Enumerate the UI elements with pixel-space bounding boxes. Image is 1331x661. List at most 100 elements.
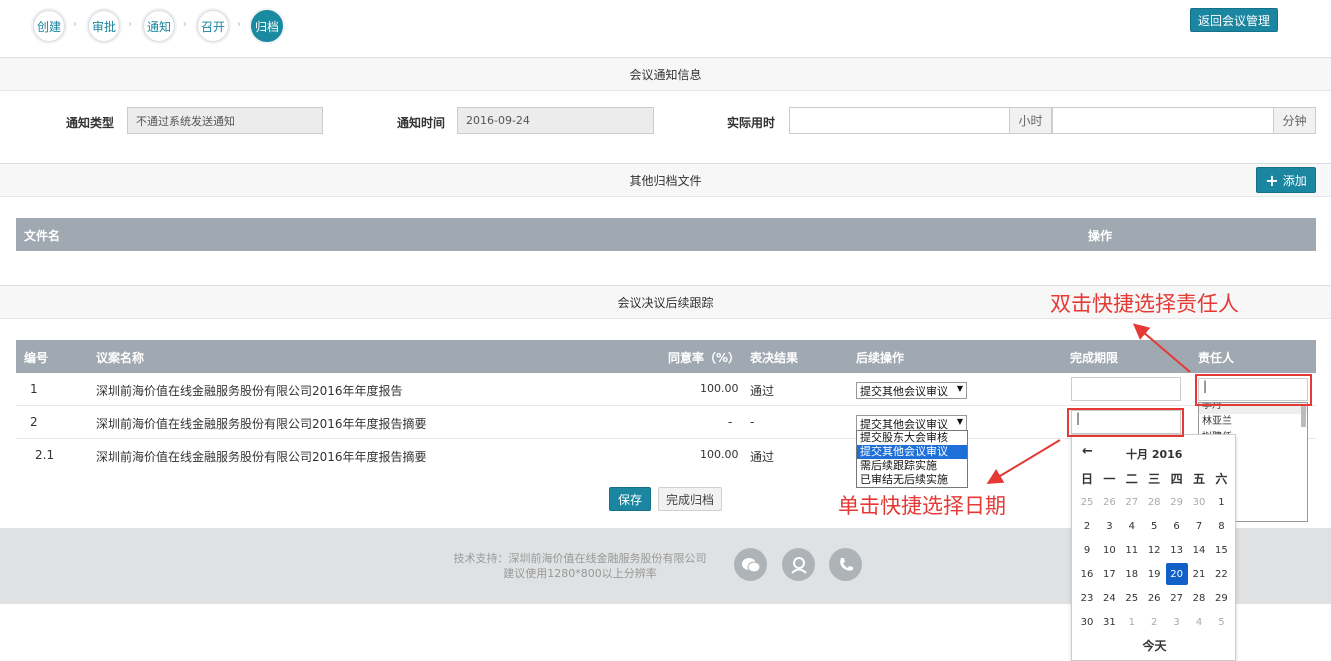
step-archive[interactable]: 归档 [251, 10, 283, 42]
calendar-day[interactable]: 11 [1121, 539, 1143, 561]
calendar-day[interactable]: 12 [1143, 539, 1165, 561]
date-picker: ← 十月 2016 日一二三四五六 25 26 27 28 29 30 1 2 3 4 5 6 7 8 9 10… [1071, 434, 1236, 661]
calendar-day[interactable]: 1 [1121, 611, 1143, 633]
footer-text: 技术支持：深圳前海价值在线金融服务股份有限公司 建议使用1280*800以上分辨… [450, 551, 710, 581]
calendar-day[interactable]: 29 [1210, 587, 1232, 609]
footer-support: 技术支持：深圳前海价值在线金融服务股份有限公司 [453, 552, 707, 565]
col-no: 编号 [24, 351, 49, 365]
customer-service-icon[interactable] [782, 548, 815, 581]
calendar-day[interactable]: 28 [1143, 491, 1165, 513]
dropdown-arrow-icon: ▼ [956, 417, 963, 426]
row-rate: 100.00 [700, 382, 739, 395]
calendar-day[interactable]: 31 [1098, 611, 1120, 633]
deadline-input-row1[interactable] [1071, 377, 1181, 401]
row-name: 深圳前海价值在线金融服务股份有限公司2016年年度报告 [96, 384, 403, 398]
dropdown-option[interactable]: 提交股东大会审核 [857, 431, 967, 445]
calendar-day[interactable]: 20 [1165, 563, 1188, 585]
prev-month-arrow-icon[interactable]: ← [1082, 444, 1093, 459]
step-notify[interactable]: 通知 [143, 10, 175, 42]
weekday-label: 二 [1125, 471, 1138, 486]
calendar-day[interactable]: 28 [1188, 587, 1210, 609]
minutes-input[interactable] [1052, 107, 1274, 134]
hours-unit: 小时 [1009, 107, 1052, 134]
calendar-day[interactable]: 29 [1166, 491, 1188, 513]
calendar-day[interactable]: 10 [1098, 539, 1120, 561]
calendar-day[interactable]: 2 [1143, 611, 1165, 633]
step-approve[interactable]: 审批 [88, 10, 120, 42]
owner-option[interactable]: 林亚兰 [1199, 414, 1307, 430]
calendar-day[interactable]: 27 [1166, 587, 1188, 609]
add-file-label: 添加 [1282, 173, 1307, 188]
calendar-day[interactable]: 8 [1210, 515, 1232, 537]
calendar-day[interactable]: 23 [1076, 587, 1098, 609]
col-filename: 文件名 [24, 229, 61, 243]
calendar-day[interactable]: 3 [1166, 611, 1188, 633]
notice-type-field: 不通过系统发送通知 [127, 107, 323, 134]
calendar-day[interactable]: 9 [1076, 539, 1098, 561]
calendar-day[interactable]: 22 [1210, 563, 1232, 585]
col-action: 操作 [1088, 229, 1113, 243]
calendar-day[interactable]: 21 [1188, 563, 1210, 585]
calendar-day[interactable]: 18 [1121, 563, 1143, 585]
resolution-table-header: 编号 议案名称 同意率（%） 表决结果 后续操作 完成期限 责任人 [16, 340, 1316, 373]
actual-duration-label: 实际用时 [727, 116, 776, 130]
month-label: 十月 [1126, 448, 1148, 461]
step-hold[interactable]: 召开 [197, 10, 229, 42]
wechat-icon[interactable] [734, 548, 767, 581]
save-button[interactable]: 保存 [609, 487, 651, 511]
calendar-day[interactable]: 16 [1076, 563, 1098, 585]
followup-select-row1[interactable]: 提交其他会议审议 ▼ [856, 382, 967, 399]
calendar-day[interactable]: 2 [1076, 515, 1098, 537]
calendar-day[interactable]: 25 [1076, 491, 1098, 513]
dropdown-option[interactable]: 需后续跟踪实施 [857, 459, 967, 473]
step-separator: › [237, 19, 241, 30]
calendar-day[interactable]: 26 [1098, 491, 1120, 513]
row-result: - [750, 415, 755, 429]
year-label: 2016 [1151, 448, 1183, 461]
calendar-day[interactable]: 7 [1188, 515, 1210, 537]
hours-input[interactable] [789, 107, 1010, 134]
deadline-highlight-box [1067, 408, 1184, 437]
notice-time-label: 通知时间 [397, 116, 446, 130]
calendar-day[interactable]: 4 [1121, 515, 1143, 537]
add-file-button[interactable]: + 添加 [1256, 167, 1316, 193]
calendar-day[interactable]: 19 [1143, 563, 1165, 585]
weekday-label: 三 [1148, 471, 1161, 486]
calendar-day[interactable]: 30 [1076, 611, 1098, 633]
calendar-day[interactable]: 4 [1188, 611, 1210, 633]
calendar-day[interactable]: 5 [1143, 515, 1165, 537]
dropdown-option[interactable]: 已审结无后续实施 [857, 473, 967, 487]
calendar-day[interactable]: 3 [1098, 515, 1120, 537]
weekday-label: 一 [1103, 471, 1116, 486]
calendar-day[interactable]: 17 [1098, 563, 1120, 585]
calendar-day[interactable]: 5 [1210, 611, 1232, 633]
today-button[interactable]: 今天 [1072, 637, 1237, 654]
weekday-label: 六 [1215, 471, 1228, 486]
step-create[interactable]: 创建 [33, 10, 65, 42]
col-followup: 后续操作 [856, 351, 905, 365]
row-name: 深圳前海价值在线金融服务股份有限公司2016年年度报告摘要 [96, 417, 427, 431]
row-no: 2 [30, 415, 38, 429]
phone-icon[interactable] [829, 548, 862, 581]
col-name: 议案名称 [96, 351, 145, 365]
notice-section-header: 会议通知信息 [0, 57, 1331, 91]
calendar-day[interactable]: 14 [1188, 539, 1210, 561]
weekday-label: 五 [1192, 471, 1205, 486]
calendar-day[interactable]: 27 [1121, 491, 1143, 513]
calendar-day[interactable]: 25 [1121, 587, 1143, 609]
calendar-day[interactable]: 1 [1210, 491, 1232, 513]
step-separator: › [128, 19, 132, 30]
complete-archive-button[interactable]: 完成归档 [658, 487, 722, 511]
calendar-day[interactable]: 6 [1166, 515, 1188, 537]
progress-steps: 创建 › 审批 › 通知 › 召开 › 归档 [33, 10, 293, 42]
followup-dropdown-list: 提交股东大会审核 提交其他会议审议 需后续跟踪实施 已审结无后续实施 [856, 430, 968, 488]
calendar-day[interactable]: 26 [1143, 587, 1165, 609]
calendar-day[interactable]: 13 [1166, 539, 1188, 561]
back-to-meetings-button[interactable]: 返回会议管理 [1190, 8, 1278, 32]
month-year-title[interactable]: 十月 2016 [1126, 446, 1182, 462]
calendar-day[interactable]: 24 [1098, 587, 1120, 609]
dropdown-option-selected[interactable]: 提交其他会议审议 [857, 445, 967, 459]
calendar-day[interactable]: 15 [1210, 539, 1232, 561]
calendar-day[interactable]: 30 [1188, 491, 1210, 513]
scrollbar[interactable] [1301, 405, 1306, 427]
